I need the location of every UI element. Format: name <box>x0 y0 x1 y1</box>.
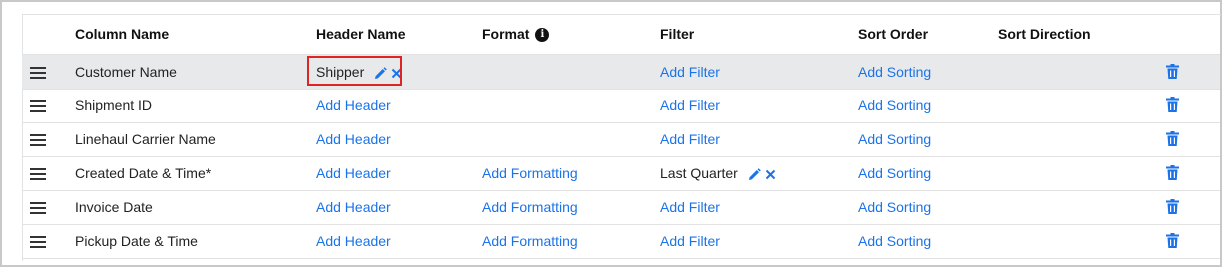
trash-icon <box>1166 64 1179 79</box>
filter-cell: Add Filter <box>660 88 720 122</box>
trash-icon <box>1166 199 1179 214</box>
table-row: Created Date & Time* Add Header Add Form… <box>22 156 1220 191</box>
trash-icon <box>1166 233 1179 248</box>
column-name-header: Column Name <box>75 26 170 42</box>
column-name-cell: Invoice Date <box>75 199 153 215</box>
header-name-cell: Add Header <box>316 190 391 224</box>
header-name-cell: Add Header <box>316 88 391 122</box>
add-sorting-link[interactable]: Add Sorting <box>858 122 931 156</box>
trash-icon <box>1166 97 1179 112</box>
add-sorting-link[interactable]: Add Sorting <box>858 190 931 224</box>
drag-handle-icon[interactable] <box>30 122 48 156</box>
drag-handle-icon[interactable] <box>30 88 48 122</box>
filter-header: Filter <box>660 26 695 42</box>
add-filter-link[interactable]: Add Filter <box>660 131 720 147</box>
format-header-label: Format <box>482 26 530 42</box>
add-sorting-link[interactable]: Add Sorting <box>858 55 931 89</box>
table-row: Linehaul Carrier Name Add Header Add Fil… <box>22 122 1220 157</box>
format-header: Format i <box>482 17 550 51</box>
header-name-header: Header Name <box>316 26 406 42</box>
table-header-row: Column Name Header Name Format i Filter S… <box>22 17 1220 51</box>
filter-cell: Add Filter <box>660 55 720 89</box>
add-filter-link[interactable]: Add Filter <box>660 97 720 113</box>
highlight-box <box>307 56 402 86</box>
table-row: Pickup Date & Time Add Header Add Format… <box>22 224 1220 259</box>
header-name-cell: Shipper <box>307 55 402 89</box>
header-name-cell: Add Header <box>316 122 391 156</box>
add-formatting-link[interactable]: Add Formatting <box>482 224 578 258</box>
add-header-link[interactable]: Add Header <box>316 199 391 215</box>
drag-handle-icon[interactable] <box>30 156 48 190</box>
add-sorting-link[interactable]: Add Sorting <box>858 224 931 258</box>
header-name-cell: Add Header <box>316 156 391 190</box>
column-name-cell: Created Date & Time* <box>75 165 212 181</box>
sort-order-header: Sort Order <box>858 26 929 42</box>
add-header-link[interactable]: Add Header <box>316 233 391 249</box>
add-filter-link[interactable]: Add Filter <box>660 64 720 80</box>
add-formatting-link[interactable]: Add Formatting <box>482 156 578 190</box>
add-filter-link[interactable]: Add Filter <box>660 233 720 249</box>
add-formatting-link[interactable]: Add Formatting <box>482 190 578 224</box>
drag-handle-icon[interactable] <box>30 224 48 258</box>
column-name-cell: Shipment ID <box>75 97 153 113</box>
info-icon[interactable]: i <box>535 28 550 43</box>
add-sorting-link[interactable]: Add Sorting <box>858 156 931 190</box>
table-row: Invoice Date Add Header Add Formatting A… <box>22 190 1220 225</box>
add-header-link[interactable]: Add Header <box>316 97 391 113</box>
column-name-cell: Pickup Date & Time <box>75 233 198 249</box>
filter-cell: Last Quarter <box>660 156 776 190</box>
column-name-cell: Customer Name <box>75 64 177 80</box>
pencil-icon[interactable] <box>748 167 761 181</box>
trash-icon <box>1166 165 1179 180</box>
table-row: Shipment ID Add Header Add Filter Add So… <box>22 88 1220 123</box>
filter-cell: Add Filter <box>660 190 720 224</box>
filter-value: Last Quarter <box>660 165 738 181</box>
filter-cell: Add Filter <box>660 224 720 258</box>
header-name-cell: Add Header <box>316 224 391 258</box>
drag-handle-icon[interactable] <box>30 55 48 89</box>
add-filter-link[interactable]: Add Filter <box>660 199 720 215</box>
add-header-link[interactable]: Add Header <box>316 131 391 147</box>
add-sorting-link[interactable]: Add Sorting <box>858 88 931 122</box>
close-icon[interactable] <box>765 169 776 180</box>
table-row: Customer Name Shipper Add Filter Add Sor… <box>22 54 1220 90</box>
add-header-link[interactable]: Add Header <box>316 165 391 181</box>
trash-icon <box>1166 131 1179 146</box>
sort-direction-header: Sort Direction <box>998 26 1091 42</box>
filter-cell: Add Filter <box>660 122 720 156</box>
column-name-cell: Linehaul Carrier Name <box>75 131 216 147</box>
drag-handle-icon[interactable] <box>30 190 48 224</box>
